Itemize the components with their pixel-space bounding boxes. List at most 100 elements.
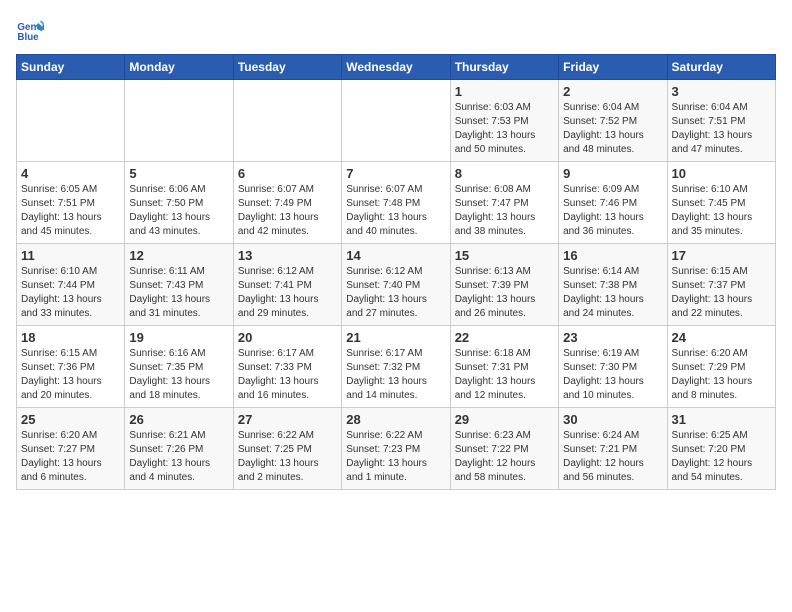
day-info: Sunrise: 6:07 AM Sunset: 7:49 PM Dayligh… bbox=[238, 183, 337, 239]
calendar-cell: 6 Sunrise: 6:07 AM Sunset: 7:49 PM Daylig… bbox=[233, 162, 341, 244]
day-info: Sunrise: 6:14 AM Sunset: 7:38 PM Dayligh… bbox=[563, 265, 662, 321]
calendar-cell: 1Sunrise: 6:03 AM Sunset: 7:53 PM Daylig… bbox=[450, 80, 558, 162]
day-info: Sunrise: 6:21 AM Sunset: 7:26 PM Dayligh… bbox=[129, 429, 228, 485]
day-info: Sunrise: 6:18 AM Sunset: 7:31 PM Dayligh… bbox=[455, 347, 554, 403]
day-number: 14 bbox=[346, 248, 445, 263]
day-info: Sunrise: 6:16 AM Sunset: 7:35 PM Dayligh… bbox=[129, 347, 228, 403]
day-number: 17 bbox=[672, 248, 771, 263]
calendar-cell bbox=[125, 80, 233, 162]
day-info: Sunrise: 6:13 AM Sunset: 7:39 PM Dayligh… bbox=[455, 265, 554, 321]
calendar-cell bbox=[342, 80, 450, 162]
header-day-monday: Monday bbox=[125, 55, 233, 80]
day-info: Sunrise: 6:12 AM Sunset: 7:41 PM Dayligh… bbox=[238, 265, 337, 321]
day-number: 4 bbox=[21, 166, 120, 181]
calendar-cell: 8 Sunrise: 6:08 AM Sunset: 7:47 PM Daylig… bbox=[450, 162, 558, 244]
header-day-sunday: Sunday bbox=[17, 55, 125, 80]
day-number: 24 bbox=[672, 330, 771, 345]
calendar-week-4: 25 Sunrise: 6:20 AM Sunset: 7:27 PM Dayli… bbox=[17, 408, 776, 490]
calendar-cell: 30Sunrise: 6:24 AM Sunset: 7:21 PM Dayli… bbox=[559, 408, 667, 490]
day-number: 12 bbox=[129, 248, 228, 263]
day-number: 31 bbox=[672, 412, 771, 427]
day-info: Sunrise: 6:17 AM Sunset: 7:33 PM Dayligh… bbox=[238, 347, 337, 403]
calendar-cell: 21Sunrise: 6:17 AM Sunset: 7:32 PM Dayli… bbox=[342, 326, 450, 408]
day-number: 13 bbox=[238, 248, 337, 263]
calendar-cell bbox=[233, 80, 341, 162]
day-info: Sunrise: 6:05 AM Sunset: 7:51 PM Dayligh… bbox=[21, 183, 120, 239]
calendar-week-3: 18Sunrise: 6:15 AM Sunset: 7:36 PM Dayli… bbox=[17, 326, 776, 408]
calendar-body: 1Sunrise: 6:03 AM Sunset: 7:53 PM Daylig… bbox=[17, 80, 776, 490]
day-number: 2 bbox=[563, 84, 662, 99]
calendar-cell: 3 Sunrise: 6:04 AM Sunset: 7:51 PM Daylig… bbox=[667, 80, 775, 162]
day-number: 10 bbox=[672, 166, 771, 181]
page-header: General Blue bbox=[16, 16, 776, 44]
calendar-cell: 23 Sunrise: 6:19 AM Sunset: 7:30 PM Dayli… bbox=[559, 326, 667, 408]
logo-icon: General Blue bbox=[16, 16, 44, 44]
day-info: Sunrise: 6:08 AM Sunset: 7:47 PM Dayligh… bbox=[455, 183, 554, 239]
day-info: Sunrise: 6:25 AM Sunset: 7:20 PM Dayligh… bbox=[672, 429, 771, 485]
day-number: 18 bbox=[21, 330, 120, 345]
day-number: 25 bbox=[21, 412, 120, 427]
day-info: Sunrise: 6:20 AM Sunset: 7:27 PM Dayligh… bbox=[21, 429, 120, 485]
day-number: 26 bbox=[129, 412, 228, 427]
calendar-cell: 29Sunrise: 6:23 AM Sunset: 7:22 PM Dayli… bbox=[450, 408, 558, 490]
calendar-cell: 15 Sunrise: 6:13 AM Sunset: 7:39 PM Dayli… bbox=[450, 244, 558, 326]
calendar-cell: 20 Sunrise: 6:17 AM Sunset: 7:33 PM Dayli… bbox=[233, 326, 341, 408]
svg-text:Blue: Blue bbox=[17, 32, 39, 43]
header-day-tuesday: Tuesday bbox=[233, 55, 341, 80]
day-info: Sunrise: 6:09 AM Sunset: 7:46 PM Dayligh… bbox=[563, 183, 662, 239]
day-info: Sunrise: 6:06 AM Sunset: 7:50 PM Dayligh… bbox=[129, 183, 228, 239]
calendar-cell bbox=[17, 80, 125, 162]
day-number: 19 bbox=[129, 330, 228, 345]
calendar-cell: 13 Sunrise: 6:12 AM Sunset: 7:41 PM Dayli… bbox=[233, 244, 341, 326]
day-info: Sunrise: 6:20 AM Sunset: 7:29 PM Dayligh… bbox=[672, 347, 771, 403]
day-number: 15 bbox=[455, 248, 554, 263]
day-number: 28 bbox=[346, 412, 445, 427]
day-number: 27 bbox=[238, 412, 337, 427]
calendar-cell: 12 Sunrise: 6:11 AM Sunset: 7:43 PM Dayli… bbox=[125, 244, 233, 326]
day-number: 20 bbox=[238, 330, 337, 345]
day-number: 5 bbox=[129, 166, 228, 181]
calendar-cell: 16Sunrise: 6:14 AM Sunset: 7:38 PM Dayli… bbox=[559, 244, 667, 326]
day-number: 11 bbox=[21, 248, 120, 263]
header-row: SundayMondayTuesdayWednesdayThursdayFrid… bbox=[17, 55, 776, 80]
calendar-cell: 17 Sunrise: 6:15 AM Sunset: 7:37 PM Dayli… bbox=[667, 244, 775, 326]
day-number: 1 bbox=[455, 84, 554, 99]
calendar-cell: 7 Sunrise: 6:07 AM Sunset: 7:48 PM Daylig… bbox=[342, 162, 450, 244]
calendar-cell: 26 Sunrise: 6:21 AM Sunset: 7:26 PM Dayli… bbox=[125, 408, 233, 490]
calendar-cell: 9 Sunrise: 6:09 AM Sunset: 7:46 PM Daylig… bbox=[559, 162, 667, 244]
header-day-saturday: Saturday bbox=[667, 55, 775, 80]
calendar-cell: 10 Sunrise: 6:10 AM Sunset: 7:45 PM Dayli… bbox=[667, 162, 775, 244]
day-info: Sunrise: 6:10 AM Sunset: 7:45 PM Dayligh… bbox=[672, 183, 771, 239]
calendar-cell: 14Sunrise: 6:12 AM Sunset: 7:40 PM Dayli… bbox=[342, 244, 450, 326]
day-number: 22 bbox=[455, 330, 554, 345]
day-info: Sunrise: 6:22 AM Sunset: 7:25 PM Dayligh… bbox=[238, 429, 337, 485]
calendar-week-0: 1Sunrise: 6:03 AM Sunset: 7:53 PM Daylig… bbox=[17, 80, 776, 162]
calendar-cell: 24 Sunrise: 6:20 AM Sunset: 7:29 PM Dayli… bbox=[667, 326, 775, 408]
calendar-table: SundayMondayTuesdayWednesdayThursdayFrid… bbox=[16, 54, 776, 490]
day-number: 8 bbox=[455, 166, 554, 181]
calendar-cell: 5 Sunrise: 6:06 AM Sunset: 7:50 PM Daylig… bbox=[125, 162, 233, 244]
logo: General Blue bbox=[16, 16, 52, 44]
day-info: Sunrise: 6:19 AM Sunset: 7:30 PM Dayligh… bbox=[563, 347, 662, 403]
calendar-cell: 4 Sunrise: 6:05 AM Sunset: 7:51 PM Daylig… bbox=[17, 162, 125, 244]
calendar-cell: 28Sunrise: 6:22 AM Sunset: 7:23 PM Dayli… bbox=[342, 408, 450, 490]
day-number: 3 bbox=[672, 84, 771, 99]
day-number: 30 bbox=[563, 412, 662, 427]
calendar-cell: 25 Sunrise: 6:20 AM Sunset: 7:27 PM Dayli… bbox=[17, 408, 125, 490]
calendar-cell: 31 Sunrise: 6:25 AM Sunset: 7:20 PM Dayli… bbox=[667, 408, 775, 490]
day-number: 9 bbox=[563, 166, 662, 181]
day-number: 6 bbox=[238, 166, 337, 181]
day-info: Sunrise: 6:11 AM Sunset: 7:43 PM Dayligh… bbox=[129, 265, 228, 321]
header-day-friday: Friday bbox=[559, 55, 667, 80]
day-info: Sunrise: 6:07 AM Sunset: 7:48 PM Dayligh… bbox=[346, 183, 445, 239]
calendar-cell: 2Sunrise: 6:04 AM Sunset: 7:52 PM Daylig… bbox=[559, 80, 667, 162]
calendar-cell: 11 Sunrise: 6:10 AM Sunset: 7:44 PM Dayli… bbox=[17, 244, 125, 326]
calendar-cell: 22 Sunrise: 6:18 AM Sunset: 7:31 PM Dayli… bbox=[450, 326, 558, 408]
day-number: 7 bbox=[346, 166, 445, 181]
day-info: Sunrise: 6:04 AM Sunset: 7:51 PM Dayligh… bbox=[672, 101, 771, 157]
day-number: 23 bbox=[563, 330, 662, 345]
day-info: Sunrise: 6:10 AM Sunset: 7:44 PM Dayligh… bbox=[21, 265, 120, 321]
day-info: Sunrise: 6:15 AM Sunset: 7:37 PM Dayligh… bbox=[672, 265, 771, 321]
calendar-header: SundayMondayTuesdayWednesdayThursdayFrid… bbox=[17, 55, 776, 80]
calendar-cell: 18Sunrise: 6:15 AM Sunset: 7:36 PM Dayli… bbox=[17, 326, 125, 408]
